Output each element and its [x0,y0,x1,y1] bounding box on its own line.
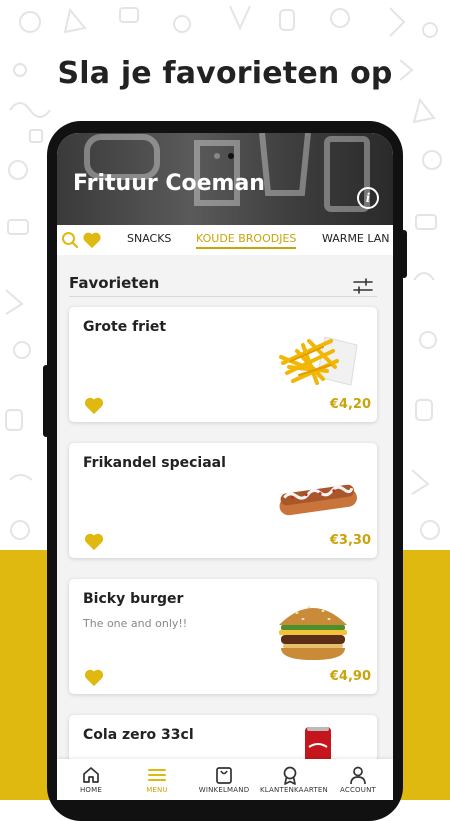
tab-warme-lan[interactable]: WARME LAN [322,232,390,245]
favorite-heart-icon[interactable] [83,532,105,551]
user-icon [350,766,366,785]
filter-sliders-icon[interactable] [353,278,373,294]
basket-icon [216,767,232,784]
app-screen: Frituur Coeman i SNACKS KOUDE BROODJES W… [57,133,393,800]
tab-koude-broodjes[interactable]: KOUDE BROODJES [196,232,297,249]
carousel-dot[interactable] [214,153,220,159]
burger-icon [279,606,347,660]
category-tabbar: SNACKS KOUDE BROODJES WARME LAN [57,225,393,255]
product-name: Frikandel speciaal [83,455,226,471]
award-icon [283,766,297,785]
nav-klantenkaarten[interactable]: KLANTENKAARTEN [260,759,328,800]
nav-account[interactable]: ACCOUNT [328,759,388,800]
product-description: The one and only!! [83,617,188,630]
nav-home[interactable]: HOME [61,759,121,800]
favorites-heart-icon[interactable] [82,231,102,249]
favorite-heart-icon[interactable] [83,396,105,415]
carousel-dot-active[interactable] [228,153,234,159]
tab-snacks[interactable]: SNACKS [127,232,171,245]
section-divider [69,296,377,297]
fries-icon [279,336,358,386]
search-icon[interactable] [61,231,79,249]
favorite-card[interactable]: Grote friet €4,20 [69,307,377,422]
product-name: Cola zero 33cl [83,727,194,743]
restaurant-hero: Frituur Coeman i [57,133,393,225]
phone-side-button [43,365,49,437]
nav-menu[interactable]: MENU [127,759,187,800]
favorites-title: Favorieten [69,274,160,292]
menu-icon [148,769,166,781]
info-icon[interactable]: i [357,187,379,209]
favorite-card[interactable]: Bicky burger The one and only!! €4,90 [69,579,377,694]
phone-side-button [401,230,407,278]
bottom-navigation: HOME MENU WINKELMAND KLANTENKAARTEN ACCO… [57,759,393,800]
favorite-heart-icon[interactable] [83,668,105,687]
product-name: Grote friet [83,319,167,335]
frikandel-icon [279,484,357,516]
nav-label: KLANTENKAARTEN [260,786,328,794]
favorite-card[interactable]: Frikandel speciaal €3,30 [69,443,377,558]
home-icon [83,767,99,783]
product-price: €4,90 [329,669,371,684]
nav-label: ACCOUNT [340,786,376,794]
nav-winkelmand[interactable]: WINKELMAND [194,759,254,800]
product-price: €3,30 [329,533,371,548]
carousel-dots [214,144,242,163]
nav-label: WINKELMAND [198,786,250,794]
nav-label: HOME [79,786,103,794]
nav-label: MENU [146,786,168,794]
product-price: €4,20 [329,397,371,412]
page-headline: Sla je favorieten op [57,56,393,91]
restaurant-name: Frituur Coeman [73,171,265,196]
product-name: Bicky burger [83,591,184,607]
